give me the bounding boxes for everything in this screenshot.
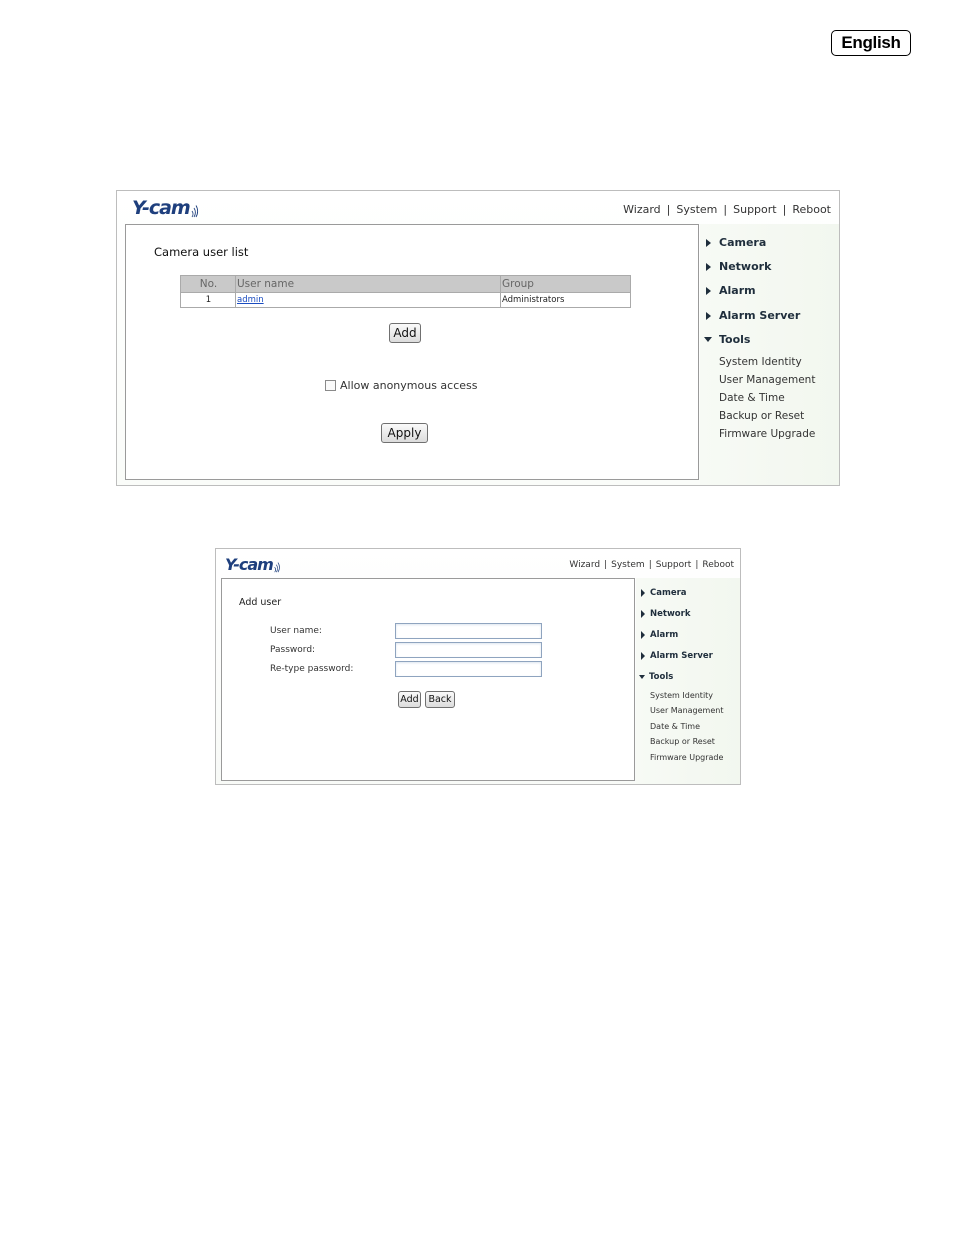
password-label: Password:	[270, 645, 316, 655]
nav-system[interactable]: System	[676, 203, 717, 216]
sidebar-item-alarm-server[interactable]: Alarm Server	[706, 309, 800, 322]
column-header-no: No.	[180, 275, 236, 293]
top-nav: Wizard | System | Support | Reboot	[569, 560, 734, 570]
expand-arrow-icon	[706, 262, 711, 271]
username-input[interactable]	[395, 623, 542, 639]
collapse-arrow-icon	[704, 337, 712, 342]
sidebar-item-alarm-server[interactable]: Alarm Server	[641, 651, 713, 661]
language-badge: English	[831, 30, 911, 56]
sidebar: Camera Network Alarm Alarm Server Tools …	[636, 578, 740, 784]
submenu-system-identity[interactable]: System Identity	[650, 691, 713, 700]
nav-wizard[interactable]: Wizard	[569, 560, 600, 570]
add-user-screenshot: Y-cam Wizard | System | Support | Reboot…	[215, 548, 741, 785]
anonymous-access-row: Allow anonymous access	[325, 379, 478, 392]
camera-user-list-screenshot: Y-cam Wizard | System | Support | Reboot…	[116, 190, 840, 486]
sidebar-item-label: Network	[719, 260, 772, 273]
sidebar-item-tools[interactable]: Tools	[639, 672, 673, 682]
sidebar-item-camera[interactable]: Camera	[706, 236, 766, 249]
nav-separator: |	[666, 203, 671, 216]
expand-arrow-icon	[641, 631, 645, 639]
nav-support[interactable]: Support	[733, 203, 776, 216]
submenu-user-management[interactable]: User Management	[719, 374, 815, 386]
sidebar-item-label: Network	[650, 609, 691, 619]
expand-arrow-icon	[706, 286, 711, 295]
expand-arrow-icon	[641, 652, 645, 660]
ycam-logo: Y-cam	[225, 555, 283, 574]
wifi-signal-icon	[191, 205, 198, 218]
sidebar-item-alarm[interactable]: Alarm	[706, 284, 756, 297]
expand-arrow-icon	[706, 311, 711, 320]
ycam-logo: Y-cam	[132, 197, 202, 219]
page-title: Camera user list	[154, 245, 249, 259]
sidebar-item-label: Alarm Server	[719, 309, 801, 322]
sidebar-item-label: Tools	[719, 333, 751, 346]
nav-system[interactable]: System	[611, 560, 645, 570]
submenu-firmware-upgrade[interactable]: Firmware Upgrade	[719, 428, 815, 440]
page-title: Add user	[239, 597, 282, 608]
username-label: User name:	[270, 626, 322, 636]
expand-arrow-icon	[706, 238, 711, 247]
submenu-firmware-upgrade[interactable]: Firmware Upgrade	[650, 753, 723, 762]
nav-separator: |	[723, 203, 728, 216]
cell-no: 1	[180, 292, 236, 308]
sidebar-item-label: Alarm Server	[650, 651, 713, 661]
nav-wizard[interactable]: Wizard	[623, 203, 661, 216]
back-button[interactable]: Back	[425, 691, 455, 708]
submenu-date-time[interactable]: Date & Time	[719, 392, 785, 404]
cell-group: Administrators	[500, 292, 631, 308]
sidebar-item-network[interactable]: Network	[706, 260, 771, 273]
sidebar-item-alarm[interactable]: Alarm	[641, 630, 678, 640]
add-button[interactable]: Add	[389, 323, 421, 343]
nav-separator: |	[782, 203, 787, 216]
column-header-group: Group	[500, 275, 631, 293]
submenu-user-management[interactable]: User Management	[650, 706, 723, 715]
nav-reboot[interactable]: Reboot	[702, 560, 734, 570]
cell-username: admin	[235, 292, 501, 308]
nav-separator: |	[604, 560, 608, 570]
column-header-username: User name	[235, 275, 501, 293]
add-button[interactable]: Add	[398, 691, 421, 708]
nav-separator: |	[648, 560, 652, 570]
sidebar-item-label: Camera	[719, 236, 767, 249]
main-panel: Camera user list No. User name Group 1 a…	[125, 224, 699, 480]
sidebar-item-label: Tools	[649, 672, 674, 682]
logo-text: Y-cam	[132, 197, 191, 219]
submenu-backup-reset[interactable]: Backup or Reset	[650, 737, 715, 746]
user-link-admin[interactable]: admin	[237, 295, 264, 305]
wifi-signal-icon	[274, 562, 280, 573]
nav-separator: |	[695, 560, 699, 570]
table-header-row: No. User name Group	[180, 275, 631, 293]
sidebar-item-label: Alarm	[650, 630, 679, 640]
apply-button[interactable]: Apply	[381, 423, 428, 443]
nav-reboot[interactable]: Reboot	[792, 203, 831, 216]
sidebar-item-label: Camera	[650, 588, 687, 598]
sidebar: Camera Network Alarm Alarm Server Tools …	[700, 224, 839, 485]
submenu-backup-reset[interactable]: Backup or Reset	[719, 410, 804, 422]
collapse-arrow-icon	[639, 675, 645, 679]
anonymous-access-label: Allow anonymous access	[340, 379, 478, 392]
nav-support[interactable]: Support	[656, 560, 692, 570]
top-nav: Wizard | System | Support | Reboot	[623, 203, 831, 216]
sidebar-item-network[interactable]: Network	[641, 609, 690, 619]
expand-arrow-icon	[641, 610, 645, 618]
password-input[interactable]	[395, 642, 542, 658]
anonymous-access-checkbox[interactable]	[325, 380, 336, 391]
main-panel: Add user User name: Password: Re-type pa…	[221, 578, 635, 781]
submenu-system-identity[interactable]: System Identity	[719, 356, 802, 368]
sidebar-item-tools[interactable]: Tools	[704, 333, 750, 346]
user-table: No. User name Group 1 admin Administrato…	[180, 275, 631, 308]
logo-text: Y-cam	[225, 555, 274, 574]
retype-password-label: Re-type password:	[270, 664, 354, 674]
submenu-date-time[interactable]: Date & Time	[650, 722, 700, 731]
table-row: 1 admin Administrators	[180, 292, 631, 308]
sidebar-item-camera[interactable]: Camera	[641, 588, 687, 598]
retype-password-input[interactable]	[395, 661, 542, 677]
sidebar-item-label: Alarm	[719, 284, 756, 297]
expand-arrow-icon	[641, 589, 645, 597]
